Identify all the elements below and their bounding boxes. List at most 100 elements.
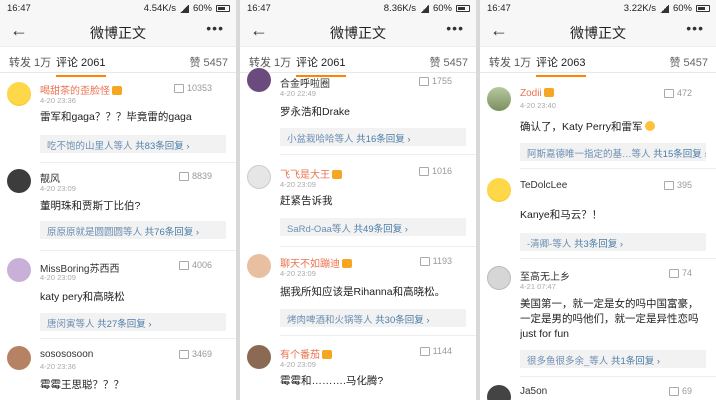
avatar[interactable]: [487, 385, 511, 400]
avatar[interactable]: [487, 266, 511, 290]
more-icon[interactable]: •••: [446, 20, 464, 36]
signal-icon: [659, 4, 669, 13]
username[interactable]: 靓风: [40, 170, 60, 185]
avatar[interactable]: [247, 345, 271, 369]
reply-summary[interactable]: 吃不饱的山里人等人 共83条回复 ›: [40, 135, 226, 153]
battery-level: 60%: [192, 3, 212, 14]
comment-text: katy pery和高晓松: [40, 291, 125, 303]
more-icon[interactable]: •••: [206, 20, 224, 36]
avatar[interactable]: [247, 254, 271, 278]
reply-users[interactable]: 吃不饱的山里人等人: [47, 141, 133, 152]
battery-icon: [456, 5, 470, 12]
status-bar: 16:47 3.22K/s 60%: [480, 0, 716, 17]
thumbs-up-icon[interactable]: [663, 88, 674, 98]
comment-text: 罗永浩和Drake: [280, 106, 351, 118]
weibo-screen-1: 16:47 4.54K/s 60% ← 微博正文 ••• 转发 1万 评论 20…: [0, 0, 236, 400]
like-count: 4006: [191, 260, 212, 270]
reply-users[interactable]: SaRd-Oaa等人: [287, 224, 351, 235]
username[interactable]: TeDolcLee: [520, 180, 567, 191]
tab-bar: 转发 1万 评论 2061 赞 5457: [0, 47, 236, 77]
reply-count[interactable]: 共27条回复: [97, 319, 146, 330]
tab-repost[interactable]: 转发 1万: [489, 54, 531, 70]
username[interactable]: 至高无上乡: [520, 268, 570, 283]
avatar[interactable]: [7, 258, 31, 282]
network-speed: 4.54K/s: [143, 3, 176, 14]
username[interactable]: sosososoon: [40, 349, 93, 360]
avatar[interactable]: [487, 87, 511, 111]
reply-users[interactable]: -清卿-等人: [527, 239, 571, 250]
username[interactable]: Ja5on: [520, 386, 547, 397]
like-count: 1016: [431, 166, 452, 176]
signal-icon: [179, 4, 189, 13]
reply-users[interactable]: 小盆栽哈哈等人: [287, 134, 354, 145]
thumbs-up-icon[interactable]: [419, 346, 430, 356]
reply-count[interactable]: 共76条回复: [145, 227, 194, 238]
like-count: 69: [681, 386, 692, 396]
reply-users[interactable]: 原原原就是圆圆圆等人: [47, 227, 142, 238]
more-icon[interactable]: •••: [686, 20, 704, 36]
tab-comment[interactable]: 评论 2063: [536, 54, 586, 77]
tab-like[interactable]: 赞 5457: [669, 54, 708, 70]
comment-text: 确认了，Katy Perry和雷军: [520, 121, 643, 133]
comment-time: 4-20 22:49: [280, 89, 316, 98]
like-count: 74: [681, 268, 692, 278]
comment-time: 4-20 23:09: [40, 273, 76, 282]
tab-comment[interactable]: 评论 2061: [56, 54, 106, 77]
thumbs-up-icon[interactable]: [178, 349, 189, 359]
tab-repost[interactable]: 转发 1万: [9, 54, 51, 70]
like-count: 10353: [186, 83, 212, 93]
reply-count[interactable]: 共15条回复: [653, 149, 702, 160]
tab-like[interactable]: 赞 5457: [429, 54, 468, 70]
avatar[interactable]: [7, 346, 31, 370]
thumbs-up-icon[interactable]: [663, 180, 674, 190]
status-time: 16:47: [247, 3, 271, 14]
reply-count[interactable]: 共3条回复: [574, 239, 617, 250]
thumbs-up-icon[interactable]: [173, 83, 184, 93]
thumbs-up-icon[interactable]: [668, 386, 679, 396]
reply-count[interactable]: 共16条回复: [356, 134, 405, 145]
reply-summary[interactable]: 很多鱼很多余_等人 共1条回复 ›: [520, 350, 706, 368]
reply-summary[interactable]: 原原原就是圆圆圆等人 共76条回复 ›: [40, 221, 226, 239]
reply-summary[interactable]: 烤肉啤酒和火锅等人 共30条回复 ›: [280, 309, 466, 327]
page-title: 微博正文: [330, 25, 386, 41]
reply-users[interactable]: 很多鱼很多余_等人: [527, 356, 608, 367]
like-count: 395: [676, 180, 692, 190]
avatar[interactable]: [7, 82, 31, 106]
thumbs-up-icon[interactable]: [418, 166, 429, 176]
vip-badge-icon: [342, 259, 352, 268]
username[interactable]: 合金呼啦圈: [280, 75, 330, 90]
thumbs-up-icon[interactable]: [668, 268, 679, 278]
reply-users[interactable]: 烤肉啤酒和火锅等人: [287, 315, 373, 326]
avatar[interactable]: [247, 165, 271, 189]
thumbs-up-icon[interactable]: [419, 256, 430, 266]
reply-count[interactable]: 共1条回复: [611, 356, 654, 367]
reply-summary[interactable]: 唐闵寅等人 共27条回复 ›: [40, 313, 226, 331]
tab-like[interactable]: 赞 5457: [189, 54, 228, 70]
like-count: 1193: [432, 256, 452, 266]
tab-bar: 转发 1万 评论 2061 赞 5457: [240, 47, 476, 77]
reply-count[interactable]: 共49条回复: [354, 224, 403, 235]
avatar[interactable]: [487, 178, 511, 202]
reply-count[interactable]: 共83条回复: [135, 141, 184, 152]
comment-text: 赶紧告诉我: [280, 195, 333, 207]
comment-time: 4-20 23:36: [40, 96, 76, 105]
avatar[interactable]: [7, 169, 31, 193]
divider: [40, 250, 236, 251]
tab-comment[interactable]: 评论 2061: [296, 54, 346, 77]
battery-level: 60%: [672, 3, 692, 14]
tab-bar: 转发 1万 评论 2063 赞 5457: [480, 47, 716, 77]
thumbs-up-icon[interactable]: [418, 76, 429, 86]
reply-users[interactable]: 唐闵寅等人: [47, 319, 95, 330]
thumbs-up-icon[interactable]: [178, 260, 189, 270]
thumbs-up-icon[interactable]: [178, 171, 189, 181]
reply-count[interactable]: 共30条回复: [375, 315, 424, 326]
reply-users[interactable]: 阿斯嘉德唯一指定的基…等人: [527, 149, 651, 160]
divider: [520, 376, 716, 377]
username[interactable]: Zodii: [520, 88, 542, 99]
reply-summary[interactable]: -清卿-等人 共3条回复 ›: [520, 233, 706, 251]
reply-summary[interactable]: SaRd-Oaa等人 共49条回复 ›: [280, 218, 466, 236]
avatar[interactable]: [247, 68, 271, 92]
divider: [520, 168, 716, 169]
reply-summary[interactable]: 小盆栽哈哈等人 共16条回复 ›: [280, 128, 466, 146]
reply-summary[interactable]: 阿斯嘉德唯一指定的基…等人 共15条回复 ›: [520, 143, 706, 161]
